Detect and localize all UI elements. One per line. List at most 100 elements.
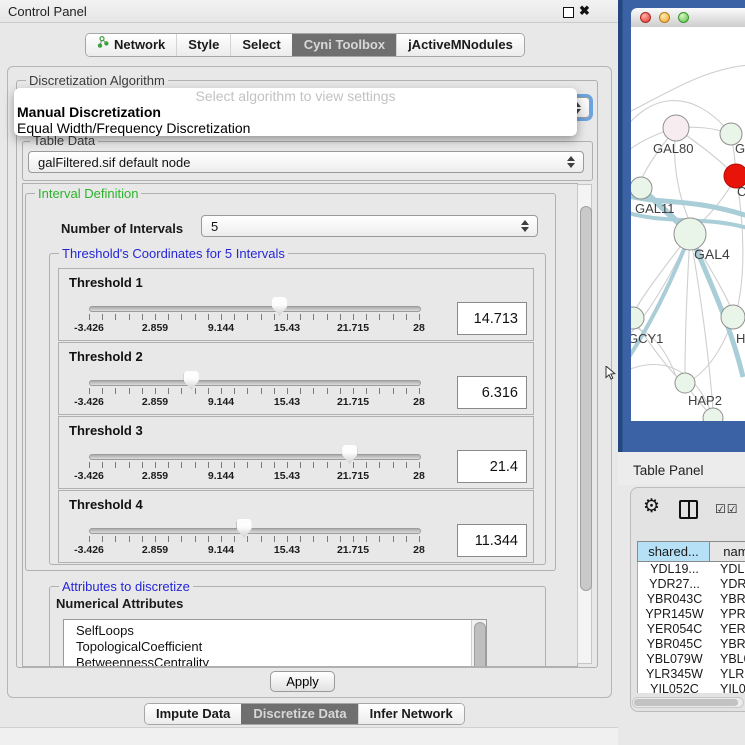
attribute-list-item[interactable]: TopologicalCoefficient [64,639,486,655]
table-row[interactable]: YLR345WYLR3 [638,667,745,682]
tab-network[interactable]: Network [86,34,176,56]
slider-tick [102,462,103,468]
table-column-header[interactable]: shared... [637,541,710,562]
slider-tick [221,462,222,468]
tab-select[interactable]: Select [230,34,291,56]
table-row[interactable]: YBR045CYBR0 [638,637,745,652]
attribute-list-item[interactable]: SelfLoops [64,623,486,639]
threshold-label: Threshold 4 [69,497,143,512]
network-node-hap2[interactable] [675,373,695,393]
slider-tick-label: 21.715 [337,544,369,556]
settings-scrollbar-thumb[interactable] [580,206,592,591]
close-icon[interactable]: ✖ [579,3,590,19]
mac-close-icon[interactable] [640,12,651,23]
slider-tick-label: 21.715 [337,322,369,334]
threshold-value-field[interactable]: 21.4 [457,450,527,483]
slider-tick [234,314,235,320]
slider-tick [340,462,341,468]
table-row[interactable]: YDR27...YDR2 [638,577,745,592]
table-row[interactable]: YDL19...YDL1 [638,562,745,577]
threshold-value-field[interactable]: 14.713 [457,302,527,335]
apply-button[interactable]: Apply [270,671,335,692]
tab-cyni-toolbox[interactable]: Cyni Toolbox [292,34,396,56]
tab-discretize-data[interactable]: Discretize Data [241,704,357,724]
slider-tick [300,388,301,394]
slider-tick [89,462,90,468]
table-panel-title: Table Panel [633,463,704,478]
slider-tick [419,388,420,394]
slider-track[interactable] [89,380,421,386]
gear-icon[interactable]: ⚙ [643,497,660,516]
slider-tick [142,314,143,320]
table-column-header[interactable]: name [710,541,745,562]
table-row[interactable]: YBL079WYBL0 [638,652,745,667]
slider-tick [274,314,275,320]
slider-tick [353,388,354,394]
slider-tick [221,536,222,542]
mac-minimize-icon[interactable] [659,12,670,23]
slider-tick [115,536,116,542]
slider-tick [168,462,169,468]
slider-tick [406,462,407,468]
table-horizontal-scrollbar[interactable] [632,697,744,708]
slider-tick [234,462,235,468]
thresholds-group-title: Threshold's Coordinates for 5 Intervals [59,247,288,260]
table-cell-name: YDR2 [711,577,745,592]
network-node-gal80[interactable] [663,115,689,141]
slider-tick [261,314,262,320]
slider-thumb[interactable] [237,519,252,538]
split-columns-icon[interactable] [679,500,698,519]
slider-thumb[interactable] [184,371,199,390]
slider-tick [287,314,288,320]
slider-tick [287,462,288,468]
network-node-h[interactable] [721,305,745,329]
slider-track[interactable] [89,454,421,460]
slider-track[interactable] [89,306,421,312]
slider-tick [247,462,248,468]
table-row[interactable]: YER054CYER0 [638,622,745,637]
table-row[interactable]: YPR145WYPR1 [638,607,745,622]
settings-scrollbar[interactable] [577,184,592,664]
table-cell-shared-name: YBR045C [638,637,711,652]
slider-tick [155,388,156,394]
network-window-titlebar [631,8,745,28]
slider-tick-label: 15.43 [274,322,300,334]
column-visibility-icon[interactable]: ☑☑ [715,502,739,516]
threshold-label: Threshold 1 [69,275,143,290]
mac-zoom-icon[interactable] [678,12,689,23]
settings-scroll-viewport: Interval Definition Number of Intervals … [22,183,578,667]
tab-jactivemnodules[interactable]: jActiveMNodules [396,34,524,56]
table-row[interactable]: YIL052CYIL0 [638,682,745,693]
slider-tick [379,536,380,542]
network-view-canvas[interactable]: GAL80GACGAL11GAL4GCY1HHAP2 [631,27,745,421]
algorithm-option[interactable]: Equal Width/Frequency Discretization [14,120,577,136]
list-scrollbar-thumb[interactable] [474,622,486,667]
network-node-gal11[interactable] [631,177,652,199]
table-horizontal-scrollbar-thumb[interactable] [634,699,738,706]
tab-label: jActiveMNodules [408,34,513,56]
attribute-list-item[interactable]: BetweennessCentrality [64,655,486,667]
slider-track[interactable] [89,528,421,534]
threshold-value-field[interactable]: 6.316 [457,376,527,409]
slider-tick [89,314,90,320]
list-scrollbar[interactable] [471,620,486,666]
table-data-select[interactable]: galFiltered.sif default node [28,151,584,173]
slider-tick [195,462,196,468]
slider-tick [379,462,380,468]
algorithm-option[interactable]: Manual Discretization [14,104,577,120]
slider-thumb[interactable] [342,445,357,464]
threshold-panel: Threshold 1-3.4262.8599.14415.4321.71528… [58,268,534,341]
slider-tick [327,314,328,320]
tab-infer-network[interactable]: Infer Network [358,704,464,724]
slider-tick [366,536,367,542]
tab-style[interactable]: Style [176,34,230,56]
tab-impute-data[interactable]: Impute Data [145,704,241,724]
slider-tick [327,536,328,542]
threshold-value-field[interactable]: 11.344 [457,524,527,557]
float-window-icon[interactable] [563,7,574,18]
control-panel-title: Control Panel [8,4,87,19]
slider-tick [115,314,116,320]
network-node-gcy1[interactable] [631,307,644,329]
table-row[interactable]: YBR043CYBR0 [638,592,745,607]
number-of-intervals-select[interactable]: 5 [201,215,538,237]
